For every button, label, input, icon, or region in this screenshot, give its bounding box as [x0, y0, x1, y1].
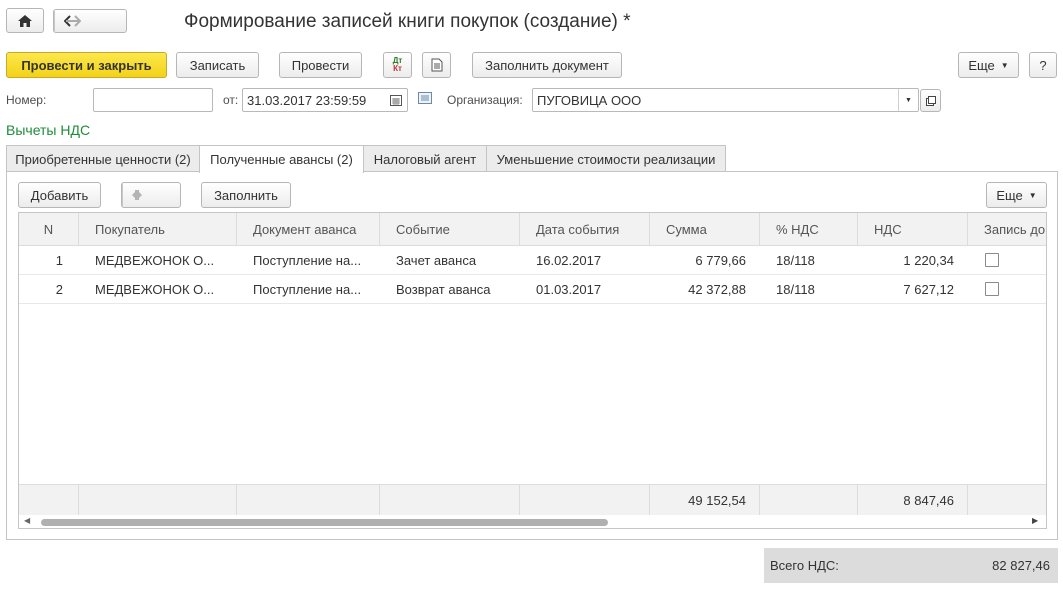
table-header: N Покупатель Документ аванса Событие Дат… [19, 213, 1046, 246]
date-value: 31.03.2017 23:59:59 [247, 92, 367, 108]
buyer-cell: МЕДВЕЖОНОК О... [95, 282, 215, 297]
organization-value: ПУГОВИЦА ООО [537, 92, 642, 108]
history-list-button[interactable] [418, 92, 434, 106]
row-number: 1 [55, 253, 63, 268]
dt-kt-button[interactable]: Дт Кт [383, 52, 412, 78]
event-cell: Зачет аванса [396, 253, 477, 268]
vat-rate-cell: 18/118 [776, 282, 815, 297]
organization-open-button[interactable] [920, 89, 941, 112]
buyer-cell: МЕДВЕЖОНОК О... [95, 253, 215, 268]
total-vat-label: Всего НДС: [770, 558, 839, 573]
column-header-sum[interactable]: Сумма [650, 213, 760, 246]
organization-label: Организация: [447, 93, 523, 107]
footer-divider [520, 485, 650, 516]
post-button[interactable]: Провести [279, 52, 362, 78]
footer-divider [380, 485, 520, 516]
number-label: Номер: [6, 93, 47, 107]
chevron-down-icon: ▼ [1000, 60, 1009, 70]
kt-label: Кт [393, 64, 402, 73]
horizontal-scrollbar[interactable]: ◀ ▶ [19, 515, 1046, 528]
table-more-label: Еще [996, 187, 1023, 203]
column-header-buyer[interactable]: Покупатель [79, 213, 237, 246]
event-date-cell: 01.03.2017 [536, 282, 602, 297]
tab-acquired-values[interactable]: Приобретенные ценности (2) [6, 145, 200, 172]
column-header-record[interactable]: Запись до [968, 213, 1046, 246]
vat-cell: 7 627,12 [903, 282, 954, 297]
table-footer: 49 152,54 8 847,46 [19, 484, 1046, 516]
more-label: Еще [968, 57, 995, 73]
move-buttons [121, 182, 181, 208]
column-header-vat-rate[interactable]: % НДС [760, 213, 858, 246]
footer-divider [237, 485, 380, 516]
list-icon [418, 92, 432, 104]
date-label: от: [223, 93, 239, 107]
vat-rate-cell: 18/118 [776, 253, 815, 268]
record-checkbox[interactable] [985, 282, 999, 296]
event-cell: Возврат аванса [396, 282, 491, 297]
column-header-n[interactable]: N [19, 213, 79, 246]
move-down-button[interactable] [122, 183, 151, 207]
dt-kt-icon: Дт Кт [393, 57, 403, 73]
column-header-event-date[interactable]: Дата события [520, 213, 650, 246]
number-field[interactable] [93, 88, 213, 112]
home-button[interactable] [6, 8, 44, 33]
vat-total: 8 847,46 [903, 493, 954, 508]
sum-total: 49 152,54 [688, 493, 746, 508]
tab-received-advances[interactable]: Полученные авансы (2) [199, 145, 364, 173]
scroll-left-icon[interactable]: ◀ [24, 516, 30, 525]
column-header-advance-document[interactable]: Документ аванса [237, 213, 380, 246]
save-button[interactable]: Записать [176, 52, 259, 78]
scroll-right-icon[interactable]: ▶ [1032, 516, 1038, 525]
tab-tax-agent[interactable]: Налоговый агент [363, 145, 487, 172]
home-icon [18, 14, 32, 27]
section-title: Вычеты НДС [6, 122, 91, 138]
scroll-thumb[interactable] [41, 519, 608, 526]
document-icon [431, 58, 442, 72]
tab-sales-cost-reduction[interactable]: Уменьшение стоимости реализации [486, 145, 726, 172]
calendar-button[interactable] [387, 91, 405, 109]
arrow-down-icon [132, 190, 142, 200]
fill-button[interactable]: Заполнить [201, 182, 291, 208]
organization-field[interactable]: ПУГОВИЦА ООО ▼ [532, 88, 919, 112]
advances-table: N Покупатель Документ аванса Событие Дат… [18, 212, 1047, 529]
history-navigation [53, 9, 127, 33]
column-header-vat[interactable]: НДС [858, 213, 968, 246]
row-number: 2 [55, 282, 63, 297]
more-actions-button[interactable]: Еще ▼ [958, 52, 1019, 78]
add-button[interactable]: Добавить [18, 182, 101, 208]
total-vat-value: 82 827,46 [992, 558, 1050, 573]
page-title: Формирование записей книги покупок (созд… [184, 11, 631, 32]
advance-document-cell: Поступление на... [253, 253, 362, 268]
calendar-icon [390, 94, 402, 106]
event-date-cell: 16.02.2017 [536, 253, 602, 268]
open-external-icon [925, 95, 936, 106]
vat-cell: 1 220,34 [903, 253, 954, 268]
print-document-button[interactable] [422, 52, 451, 78]
table-more-button[interactable]: Еще ▼ [986, 182, 1047, 208]
arrow-right-icon [65, 15, 81, 27]
column-header-event[interactable]: Событие [380, 213, 520, 246]
chevron-down-icon: ▼ [905, 96, 912, 104]
record-checkbox[interactable] [985, 253, 999, 267]
organization-dropdown-button[interactable]: ▼ [898, 89, 918, 111]
footer-divider [79, 485, 237, 516]
advance-document-cell: Поступление на... [253, 282, 362, 297]
help-button[interactable]: ? [1029, 52, 1057, 78]
table-row[interactable]: 1 МЕДВЕЖОНОК О... Поступление на... Заче… [19, 246, 1046, 275]
table-row[interactable]: 2 МЕДВЕЖОНОК О... Поступление на... Возв… [19, 275, 1046, 304]
sum-cell: 42 372,88 [688, 282, 746, 297]
footer-divider [19, 485, 79, 516]
sum-cell: 6 779,66 [695, 253, 746, 268]
total-vat-box: Всего НДС: 82 827,46 [764, 548, 1058, 583]
chevron-down-icon: ▼ [1028, 190, 1037, 200]
fill-document-button[interactable]: Заполнить документ [472, 52, 622, 78]
footer-divider [760, 485, 858, 516]
date-field[interactable]: 31.03.2017 23:59:59 [242, 88, 408, 112]
post-and-close-button[interactable]: Провести и закрыть [6, 52, 167, 78]
forward-button[interactable] [54, 10, 90, 32]
